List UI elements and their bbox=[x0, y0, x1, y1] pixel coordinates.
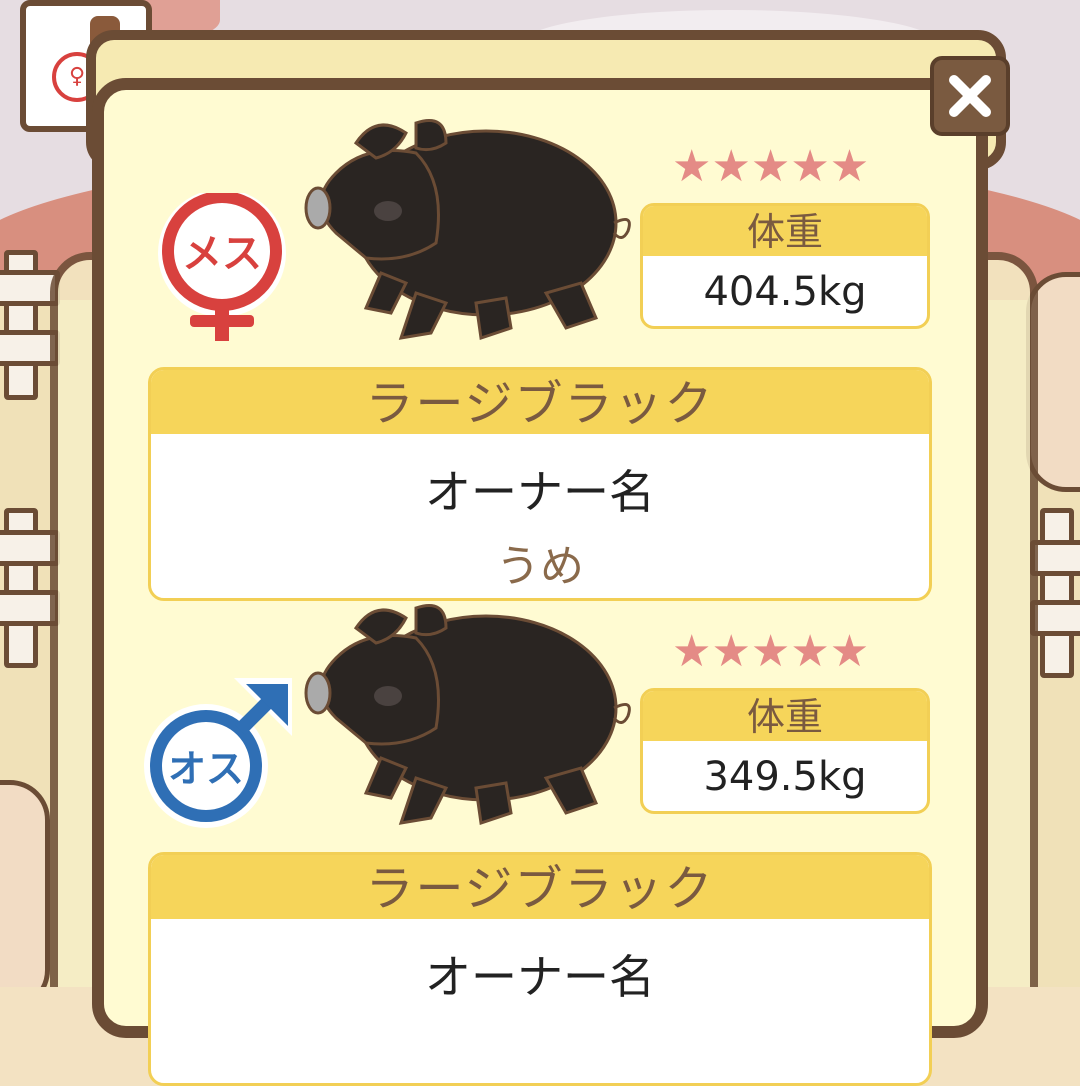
male-badge: オス bbox=[142, 670, 292, 828]
pig-entry-male: オス ★★★★★ 体重 349.5kg ラージブラック オーナー名 bbox=[0, 598, 1080, 1086]
breed-card: ラージブラック オーナー名 うめ bbox=[148, 367, 932, 601]
gender-label: オス bbox=[168, 747, 244, 791]
weight-value: 349.5kg bbox=[703, 754, 867, 800]
breed-name: ラージブラック bbox=[151, 370, 929, 434]
close-icon bbox=[949, 75, 991, 117]
weight-box: 体重 404.5kg bbox=[640, 203, 930, 329]
female-symbol-icon: メス bbox=[158, 189, 286, 341]
weight-label: 体重 bbox=[643, 206, 927, 256]
large-black-pig-image bbox=[304, 119, 631, 340]
female-badge: メス bbox=[150, 189, 300, 343]
weight-label: 体重 bbox=[643, 691, 927, 741]
close-button[interactable] bbox=[930, 56, 1010, 136]
gender-label: メス bbox=[182, 231, 262, 277]
owner-label: オーナー名 bbox=[425, 465, 655, 519]
rating-stars: ★★★★★ bbox=[672, 141, 870, 192]
weight-value: 404.5kg bbox=[703, 269, 867, 315]
male-symbol-icon: オス bbox=[144, 678, 292, 828]
rating-stars: ★★★★★ bbox=[672, 626, 870, 677]
pig-entry-female: メス ★★★★★ 体重 404.5kg ラージブラック オーナー名 うめ bbox=[0, 113, 1080, 601]
large-black-pig-image bbox=[304, 604, 631, 825]
weight-box: 体重 349.5kg bbox=[640, 688, 930, 814]
owner-name: うめ bbox=[496, 541, 584, 592]
breed-name: ラージブラック bbox=[151, 855, 929, 919]
breed-card: ラージブラック オーナー名 bbox=[148, 852, 932, 1086]
owner-label: オーナー名 bbox=[425, 950, 655, 1004]
